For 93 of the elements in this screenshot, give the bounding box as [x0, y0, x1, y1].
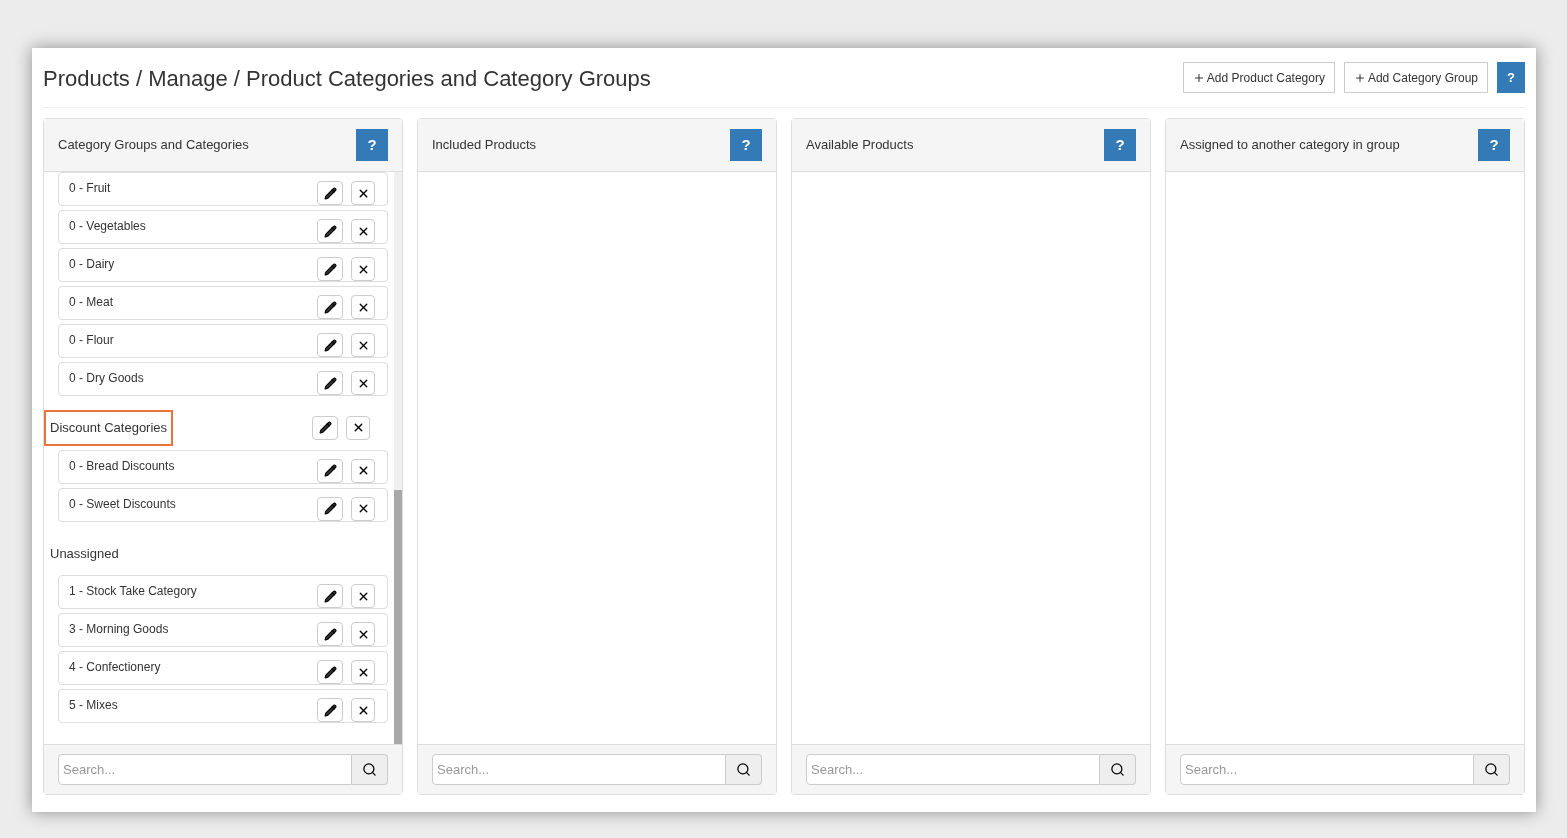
delete-button[interactable] — [351, 698, 375, 722]
edit-button[interactable] — [312, 415, 338, 440]
help-button[interactable]: ? — [1478, 129, 1510, 161]
pencil-icon — [323, 703, 337, 717]
edit-button[interactable] — [317, 181, 343, 205]
pencil-icon — [323, 186, 337, 200]
category-label: 5 - Mixes — [69, 697, 118, 714]
category-label: 0 - Vegetables — [69, 218, 146, 235]
category-label: 0 - Flour — [69, 332, 114, 349]
group-title: Discount Categories — [44, 410, 174, 446]
delete-button[interactable] — [351, 622, 375, 646]
delete-button[interactable] — [351, 371, 375, 395]
pencil-icon — [318, 421, 332, 435]
help-button[interactable]: ? — [730, 129, 762, 161]
category-label: 1 - Stock Take Category — [69, 583, 197, 600]
category-label: 0 - Dairy — [69, 256, 115, 273]
help-button[interactable]: ? — [1497, 62, 1525, 93]
edit-button[interactable] — [317, 660, 343, 684]
category-item[interactable]: 0 - Meat — [58, 286, 388, 320]
edit-button[interactable] — [317, 698, 343, 722]
plus-icon — [1353, 71, 1366, 84]
category-label: 0 - Fruit — [69, 180, 111, 197]
pencil-icon — [323, 262, 337, 276]
plus-icon — [1192, 71, 1205, 84]
category-item[interactable]: 3 - Morning Goods — [58, 613, 388, 647]
delete-button[interactable] — [351, 496, 375, 521]
pencil-icon — [323, 589, 337, 603]
category-item[interactable]: 0 - Vegetables — [58, 210, 388, 244]
search-icon — [362, 762, 377, 777]
category-item[interactable]: 0 - Dry Goods — [58, 362, 388, 396]
pencil-icon — [323, 300, 337, 314]
edit-button[interactable] — [317, 496, 343, 521]
category-label: 3 - Morning Goods — [69, 621, 169, 638]
category-label: 0 - Meat — [69, 294, 113, 311]
delete-button[interactable] — [351, 333, 375, 357]
panel-title: Included Products — [432, 136, 537, 155]
search-button[interactable] — [1474, 754, 1510, 785]
category-item[interactable]: 4 - Confectionery — [58, 651, 388, 685]
delete-button[interactable] — [351, 295, 375, 319]
add-button[interactable]: Add Category Group — [1343, 62, 1488, 93]
edit-button[interactable] — [317, 295, 343, 319]
pencil-icon — [323, 338, 337, 352]
edit-button[interactable] — [317, 257, 343, 281]
scrollbar[interactable] — [394, 172, 402, 744]
panel-title: Available Products — [806, 136, 914, 155]
edit-button[interactable] — [317, 458, 343, 483]
search-icon — [1110, 762, 1125, 777]
category-label: 4 - Confectionery — [69, 659, 161, 676]
scrollbar-thumb[interactable] — [394, 490, 402, 744]
search-button[interactable] — [726, 754, 762, 785]
search-icon — [736, 762, 751, 777]
category-label: 0 - Sweet Discounts — [69, 495, 176, 513]
category-label: 0 - Bread Discounts — [69, 457, 175, 475]
search-field[interactable]: Search... — [1180, 754, 1474, 785]
panel-title: Category Groups and Categories — [58, 136, 249, 155]
pencil-icon — [323, 464, 337, 477]
category-item[interactable]: 0 - Dairy — [58, 248, 388, 282]
add-button[interactable]: Add Product Category — [1182, 62, 1335, 93]
help-button[interactable]: ? — [1104, 129, 1136, 161]
delete-button[interactable] — [351, 257, 375, 281]
search-field[interactable]: Search... — [432, 754, 726, 785]
edit-button[interactable] — [317, 584, 343, 608]
category-item[interactable]: 0 - Bread Discounts — [58, 449, 388, 484]
search-button[interactable] — [352, 754, 388, 785]
search-field[interactable]: Search... — [806, 754, 1100, 785]
delete-button[interactable] — [351, 458, 375, 483]
group-title: Unassigned — [49, 544, 120, 563]
category-item[interactable]: 0 - Flour — [58, 324, 388, 358]
category-item[interactable]: 0 - Fruit — [58, 172, 388, 206]
search-icon — [1484, 762, 1499, 777]
search-field[interactable]: Search... — [58, 754, 352, 785]
delete-button[interactable] — [351, 660, 375, 684]
edit-button[interactable] — [317, 333, 343, 357]
category-item[interactable]: 5 - Mixes — [58, 689, 388, 723]
category-label: 0 - Dry Goods — [69, 370, 144, 387]
edit-button[interactable] — [317, 219, 343, 243]
delete-button[interactable] — [346, 415, 370, 440]
pencil-icon — [323, 502, 337, 515]
breadcrumb: Products / Manage / Product Categories and Category Groups — [43, 65, 651, 93]
pencil-icon — [323, 627, 337, 641]
help-button[interactable]: ? — [356, 129, 388, 161]
category-item[interactable]: 0 - Sweet Discounts — [58, 487, 388, 522]
panel-title: Assigned to another category in group — [1180, 136, 1400, 155]
pencil-icon — [323, 665, 337, 679]
pencil-icon — [323, 224, 337, 238]
edit-button[interactable] — [317, 622, 343, 646]
edit-button[interactable] — [317, 371, 343, 395]
search-button[interactable] — [1100, 754, 1136, 785]
pencil-icon — [323, 376, 337, 390]
delete-button[interactable] — [351, 584, 375, 608]
delete-button[interactable] — [351, 219, 375, 243]
delete-button[interactable] — [351, 181, 375, 205]
category-item[interactable]: 1 - Stock Take Category — [58, 575, 388, 609]
